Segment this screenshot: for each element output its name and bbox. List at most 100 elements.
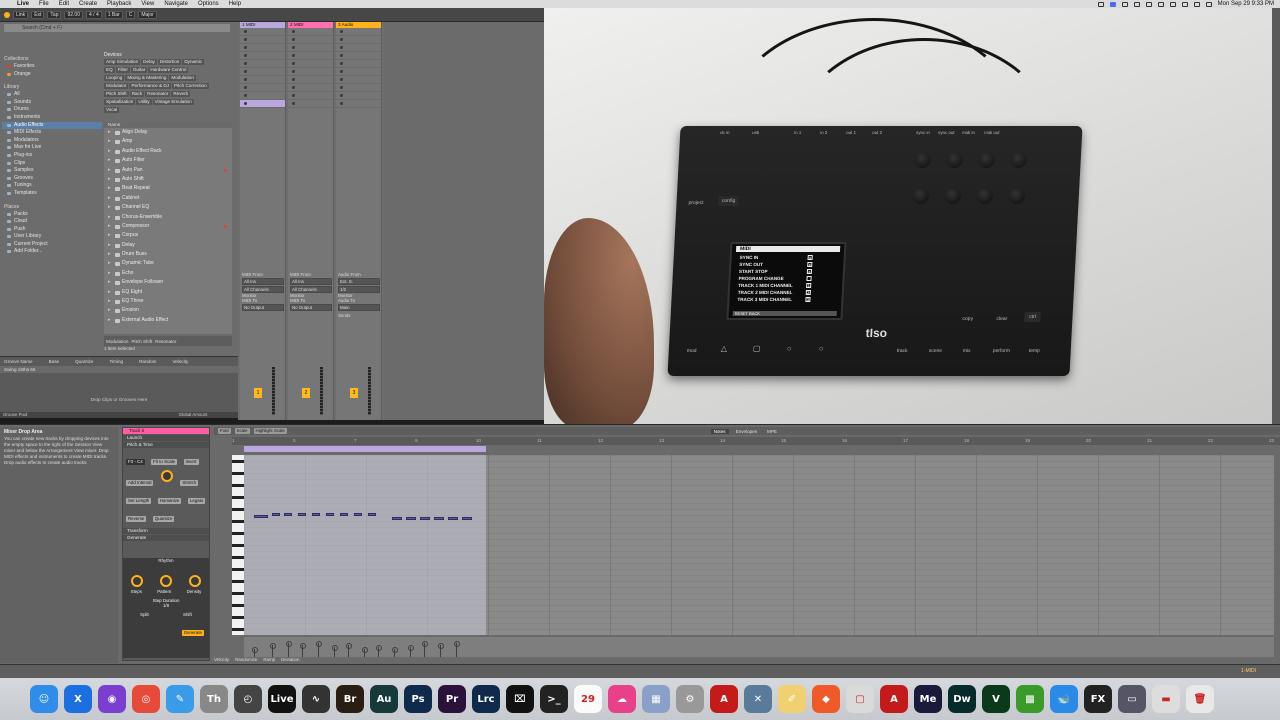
library-item-samples[interactable]: Samples <box>2 167 102 175</box>
finder-icon[interactable]: ☺ <box>30 685 58 713</box>
effect-item[interactable]: EQ Three <box>104 297 232 307</box>
midi-note[interactable] <box>272 513 280 516</box>
capcut-icon[interactable]: ⌧ <box>506 685 534 713</box>
effect-item[interactable]: Cabinet <box>104 194 232 204</box>
tag-utility[interactable]: Utility <box>136 99 152 105</box>
clip-slot[interactable] <box>240 44 285 52</box>
tag-pitch-shift[interactable]: Pitch Shift <box>104 91 129 97</box>
clip-slot[interactable] <box>240 36 285 44</box>
library-item-templates[interactable]: Templates <box>2 190 102 198</box>
bluetooth-icon[interactable] <box>1157 1 1164 7</box>
fx-icon[interactable]: FX <box>1084 685 1112 713</box>
pattern-knob[interactable] <box>159 575 172 587</box>
tag-guitar[interactable]: Guitar <box>130 67 148 73</box>
velocity-marker[interactable] <box>346 643 352 657</box>
set-length-button[interactable]: Set Length <box>126 498 152 504</box>
randomize-button[interactable]: Randomize <box>235 657 257 663</box>
effect-item[interactable]: Chorus-Ensemble <box>104 213 232 223</box>
velocity-marker[interactable] <box>376 645 382 657</box>
velocity-lane[interactable] <box>244 637 1274 657</box>
places-item-add-folder-[interactable]: Add Folder... <box>2 248 102 256</box>
volume-icon[interactable] <box>1169 1 1176 7</box>
clip-slot[interactable] <box>336 52 381 60</box>
browser-search-input[interactable]: Search (Cmd + F) <box>4 24 230 32</box>
midi-note[interactable] <box>368 513 376 516</box>
library-item-grooves[interactable]: Grooves <box>2 175 102 183</box>
library-item-midi-effects[interactable]: MIDI Effects <box>2 129 102 137</box>
midi-note[interactable] <box>448 517 458 520</box>
clip-slot[interactable] <box>288 44 333 52</box>
midi-from-select[interactable]: All Ins <box>290 278 332 285</box>
effect-item[interactable]: Delay <box>104 241 232 251</box>
xquartz-icon[interactable]: ✕ <box>744 685 772 713</box>
velocity-marker[interactable] <box>300 643 306 657</box>
lightroom-icon[interactable]: Lrc <box>472 685 500 713</box>
clip-slot[interactable] <box>288 36 333 44</box>
acrobat2-icon[interactable]: A <box>880 685 908 713</box>
effect-item[interactable]: Align Delay <box>104 128 232 138</box>
velocity-marker[interactable] <box>270 643 276 657</box>
launch-section[interactable]: Launch <box>123 435 209 441</box>
invert-button[interactable]: Invert <box>183 459 199 465</box>
tag-vintage-emulation[interactable]: Vintage Emulation <box>152 99 194 105</box>
filter-modulation[interactable]: Modulation <box>106 339 128 344</box>
clip-slot[interactable] <box>336 68 381 76</box>
tab-notes[interactable]: Notes <box>710 428 729 434</box>
preview-icon[interactable]: ▢ <box>846 685 874 713</box>
effect-item[interactable]: Channel EQ <box>104 203 232 213</box>
menu-help[interactable]: Help <box>224 1 246 7</box>
tag-modulation[interactable]: Modulation <box>169 75 196 81</box>
steps-knob[interactable] <box>131 575 144 587</box>
velocity-marker[interactable] <box>362 647 368 657</box>
midi-to-select[interactable]: No Output <box>242 304 284 311</box>
trash-icon[interactable]: 🗑 <box>1186 685 1214 713</box>
effect-item[interactable]: Auto Pan <box>104 166 232 175</box>
minecraft-icon[interactable]: ▩ <box>1016 685 1044 713</box>
library-item-drums[interactable]: Drums <box>2 106 102 114</box>
midi-note[interactable] <box>298 513 306 516</box>
groove-timing-header[interactable]: Timing <box>109 359 123 364</box>
tag-modulator[interactable]: Modulator <box>104 83 129 89</box>
clip-slot[interactable] <box>288 76 333 84</box>
library-item-modulators[interactable]: Modulators <box>2 137 102 145</box>
menu-create[interactable]: Create <box>74 1 102 7</box>
rhythm-select[interactable]: Rhythm <box>123 558 209 563</box>
library-item-sounds[interactable]: Sounds <box>2 99 102 107</box>
scale-button[interactable]: Scale <box>234 428 250 434</box>
settings-icon[interactable]: ⚙ <box>676 685 704 713</box>
ramp-button[interactable]: Ramp <box>263 657 275 663</box>
clip-slot[interactable] <box>336 92 381 100</box>
velocity-marker[interactable] <box>316 641 322 657</box>
density-knob[interactable] <box>188 575 201 587</box>
menu-navigate[interactable]: Navigate <box>159 1 193 7</box>
filter-pitch-shift[interactable]: Pitch Shift <box>131 339 152 344</box>
track-3-audio[interactable]: 3 Audio Audio From Ext. In 1/2 Monitor A… <box>336 22 382 420</box>
effect-item[interactable]: Auto Filter <box>104 156 232 166</box>
tap-tempo-button[interactable]: Tap <box>47 10 62 19</box>
key-menu[interactable]: C <box>125 10 136 19</box>
groove-base-header[interactable]: Base <box>49 359 59 364</box>
tag-hardware-control[interactable]: Hardware Control <box>148 67 189 73</box>
fit-to-scale-button[interactable]: Fit to Scale <box>151 459 178 465</box>
control-center-icon[interactable] <box>1205 1 1212 7</box>
midi-note[interactable] <box>254 515 268 518</box>
groove-quantize-header[interactable]: Quantize <box>75 359 93 364</box>
clip-slot[interactable] <box>288 92 333 100</box>
time-signature-field[interactable]: 4 / 4 <box>86 10 102 19</box>
mixer-drop-area[interactable] <box>384 22 544 420</box>
humanize-button[interactable]: Humanize <box>157 498 182 504</box>
quantize-button[interactable]: Quantize <box>152 516 175 522</box>
library-item-clips[interactable]: Clips <box>2 160 102 168</box>
tag-spatialization[interactable]: Spatialization <box>104 99 136 105</box>
quantize-menu[interactable]: 1 Bar <box>104 10 123 19</box>
clip-slot[interactable] <box>240 28 285 36</box>
piano-roll-keys[interactable] <box>232 455 244 635</box>
velocity-marker[interactable] <box>392 647 398 657</box>
midi-note[interactable] <box>312 513 320 516</box>
tag-delay[interactable]: Delay <box>141 59 157 65</box>
tag-vocal[interactable]: Vocal <box>104 107 120 113</box>
velocity-marker[interactable] <box>286 641 292 657</box>
transform-section[interactable]: Transform <box>123 528 209 534</box>
midi-note[interactable] <box>420 517 430 520</box>
vectorworks-icon[interactable]: V <box>982 685 1010 713</box>
